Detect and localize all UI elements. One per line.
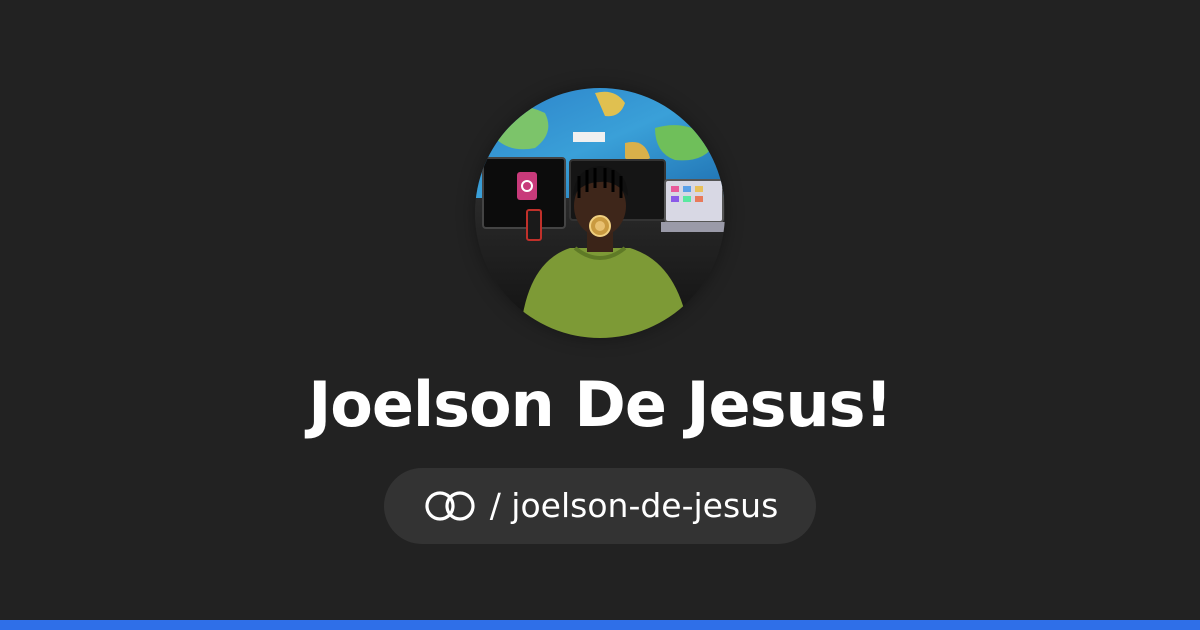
interlocking-rings-icon [425, 491, 475, 521]
profile-avatar [475, 88, 725, 338]
avatar-photo [475, 88, 725, 338]
profile-handle: / joelson-de-jesus [489, 486, 779, 525]
profile-name: Joelson De Jesus! [308, 368, 893, 441]
accent-bar [0, 620, 1200, 630]
profile-handle-link[interactable]: / joelson-de-jesus [384, 468, 816, 544]
